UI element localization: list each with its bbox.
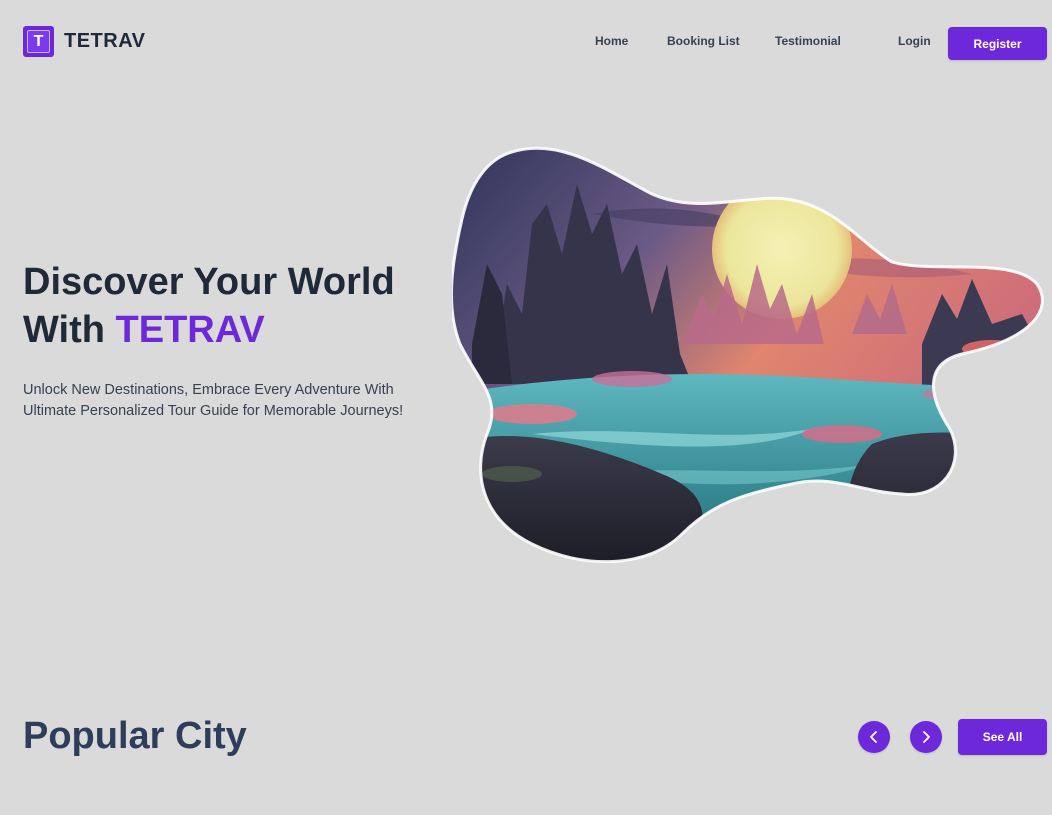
popular-city-title: Popular City (23, 715, 247, 757)
fantasy-landscape-illustration (450, 146, 1044, 564)
page: T TETRAV Home Booking List Testimonial L… (0, 0, 1052, 815)
top-navbar: T TETRAV Home Booking List Testimonial L… (0, 0, 1052, 88)
nav-link-testimonial[interactable]: Testimonial (775, 34, 841, 48)
see-all-button[interactable]: See All (958, 719, 1047, 755)
chevron-right-icon (923, 731, 930, 743)
hero-subtitle: Unlock New Destinations, Embrace Every A… (23, 382, 404, 419)
register-button[interactable]: Register (948, 27, 1047, 60)
hero-title-line1: Discover Your World (23, 261, 395, 303)
hero-title-accent: TETRAV (115, 309, 265, 351)
hero-landscape-image (450, 144, 1044, 564)
hero-title: Discover Your World With TETRAV (23, 258, 443, 354)
carousel-next-button[interactable] (910, 721, 942, 753)
login-link[interactable]: Login (898, 34, 931, 48)
chevron-left-icon (870, 731, 877, 743)
main-nav: Home Booking List Testimonial Login (0, 34, 1052, 54)
nav-link-booking-list[interactable]: Booking List (667, 34, 740, 48)
hero-title-line2-prefix: With (23, 309, 116, 351)
nav-link-home[interactable]: Home (595, 34, 628, 48)
carousel-prev-button[interactable] (858, 721, 890, 753)
